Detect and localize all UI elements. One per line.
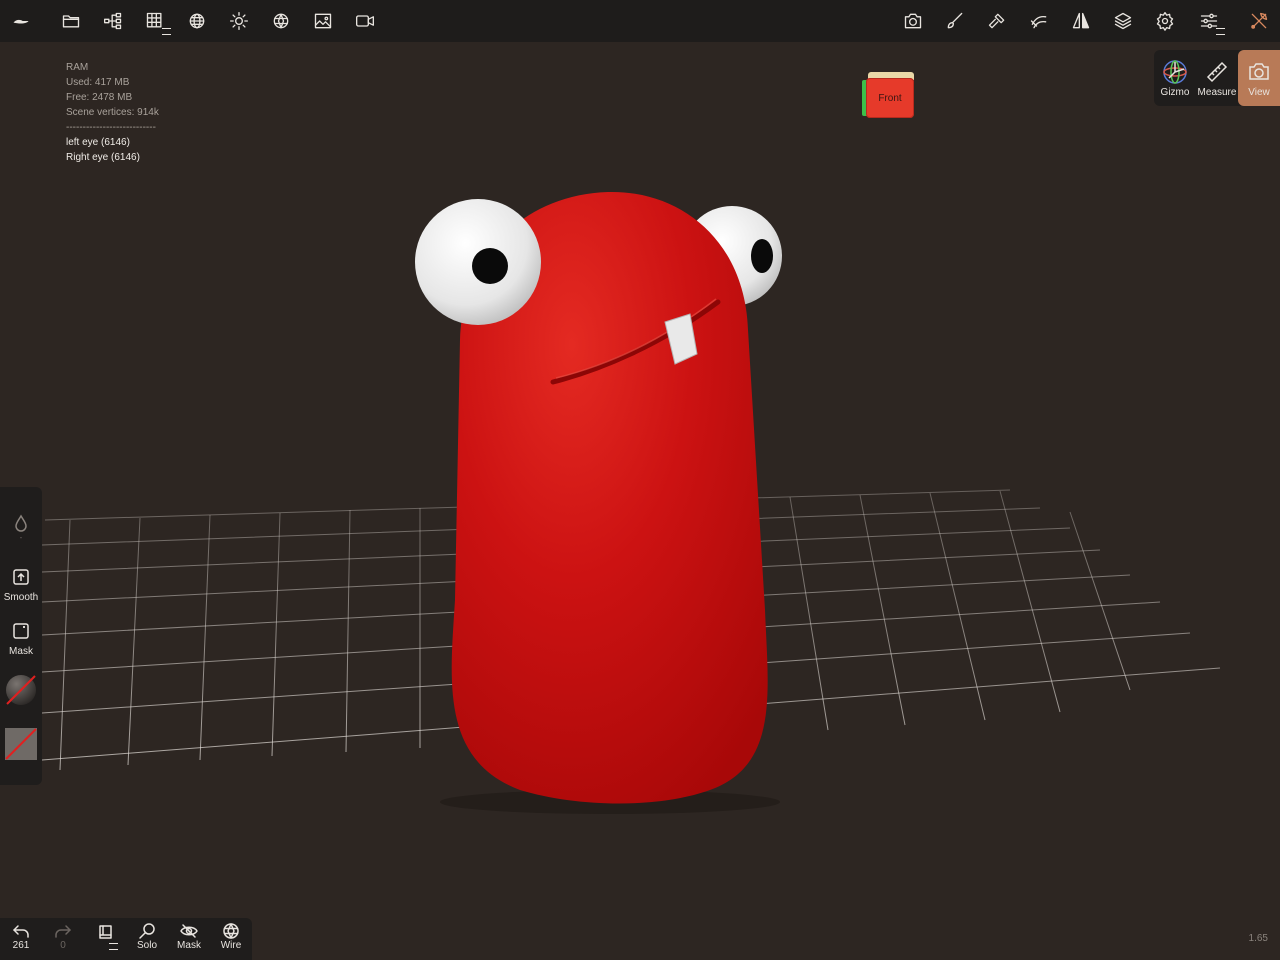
view-tools-panel: Gizmo Measure View xyxy=(1154,50,1280,106)
settings-icon[interactable] xyxy=(1153,9,1177,33)
solo-label: Solo xyxy=(136,940,157,951)
version-number: 1.65 xyxy=(1248,933,1268,944)
3d-viewport[interactable] xyxy=(0,42,1280,960)
sun-icon[interactable] xyxy=(227,9,251,33)
selected-object: left eye (6146) xyxy=(66,137,130,148)
wireframe-label: Wire xyxy=(220,940,242,951)
brush-icon[interactable] xyxy=(943,9,967,33)
texture-slot-icon xyxy=(5,728,37,760)
scene-tree-icon[interactable] xyxy=(101,9,125,33)
submenu-indicator xyxy=(109,943,118,950)
redo-icon xyxy=(55,925,71,938)
nomad-logo-icon[interactable] xyxy=(9,9,33,33)
measure-button[interactable]: Measure xyxy=(1196,50,1238,106)
stroke-icon[interactable] xyxy=(1027,9,1051,33)
material-swatch[interactable] xyxy=(0,673,42,707)
sliders-icon[interactable] xyxy=(1197,9,1225,35)
gizmo-button[interactable]: Gizmo xyxy=(1154,50,1196,106)
folder-icon[interactable] xyxy=(59,9,83,33)
bottom-toolbar: 261 0 Solo Mask Wire xyxy=(0,918,252,960)
layers-icon[interactable] xyxy=(1111,9,1135,33)
wireframe-sphere-icon xyxy=(223,923,239,939)
wireframe-button[interactable]: Wire xyxy=(211,922,251,958)
magnifier-icon xyxy=(139,923,155,939)
history-button[interactable] xyxy=(85,922,125,958)
solo-button[interactable]: Solo xyxy=(127,922,167,958)
undo-icon xyxy=(13,925,29,938)
image-icon[interactable] xyxy=(311,9,335,33)
tools-icon[interactable] xyxy=(1247,9,1271,33)
measure-label: Measure xyxy=(1197,87,1237,98)
mask-icon xyxy=(13,623,29,639)
intensity-control[interactable]: - xyxy=(0,513,42,542)
smooth-label: Smooth xyxy=(3,592,39,603)
separator: --------------------------- xyxy=(66,122,156,133)
intensity-label: - xyxy=(19,533,23,542)
view-cube[interactable]: Front xyxy=(862,70,916,122)
material-sphere-icon xyxy=(6,675,36,705)
shading-icon[interactable] xyxy=(269,9,293,33)
sphere-mesh-icon[interactable] xyxy=(185,9,209,33)
mask-visibility-label: Mask xyxy=(177,940,201,951)
scene-vertices: Scene vertices: 914k xyxy=(66,107,159,118)
undo-button[interactable]: 261 xyxy=(1,922,41,958)
ruler-icon xyxy=(1206,61,1228,83)
camera-icon xyxy=(1249,63,1269,80)
ram-used: Used: 417 MB xyxy=(66,77,130,88)
video-camera-icon[interactable] xyxy=(353,9,377,33)
smooth-icon xyxy=(13,569,29,585)
mask-visibility-button[interactable]: Mask xyxy=(169,922,209,958)
eye-off-icon xyxy=(180,924,198,938)
view-button[interactable]: View xyxy=(1238,50,1280,106)
mask-toggle-button[interactable]: Mask xyxy=(0,621,42,657)
grid-icon[interactable] xyxy=(143,9,171,35)
symmetry-icon[interactable] xyxy=(1069,9,1093,33)
ram-label: RAM xyxy=(66,62,89,73)
ram-free: Free: 2478 MB xyxy=(66,92,133,103)
gizmo-label: Gizmo xyxy=(1160,87,1190,98)
hammer-icon[interactable] xyxy=(985,9,1009,33)
scene-canvas[interactable] xyxy=(0,42,1280,960)
smooth-button[interactable]: Smooth xyxy=(0,567,42,603)
view-cube-front[interactable]: Front xyxy=(866,78,914,118)
camera-icon[interactable] xyxy=(901,9,925,33)
texture-swatch[interactable] xyxy=(0,727,42,761)
redo-count: 0 xyxy=(60,940,66,951)
undo-count: 261 xyxy=(12,940,30,951)
top-toolbar xyxy=(0,0,1280,42)
stats-overlay: RAM Used: 417 MB Free: 2478 MB Scene ver… xyxy=(66,60,159,165)
gizmo-icon xyxy=(1163,60,1187,84)
selected-object: Right eye (6146) xyxy=(66,152,140,163)
redo-button[interactable]: 0 xyxy=(43,922,83,958)
left-eye[interactable] xyxy=(415,199,541,325)
book-icon xyxy=(99,925,112,939)
view-label: View xyxy=(1248,87,1270,98)
mask-label: Mask xyxy=(9,646,33,657)
drop-icon xyxy=(15,514,27,532)
tool-options-panel: - Smooth Mask xyxy=(0,487,42,785)
